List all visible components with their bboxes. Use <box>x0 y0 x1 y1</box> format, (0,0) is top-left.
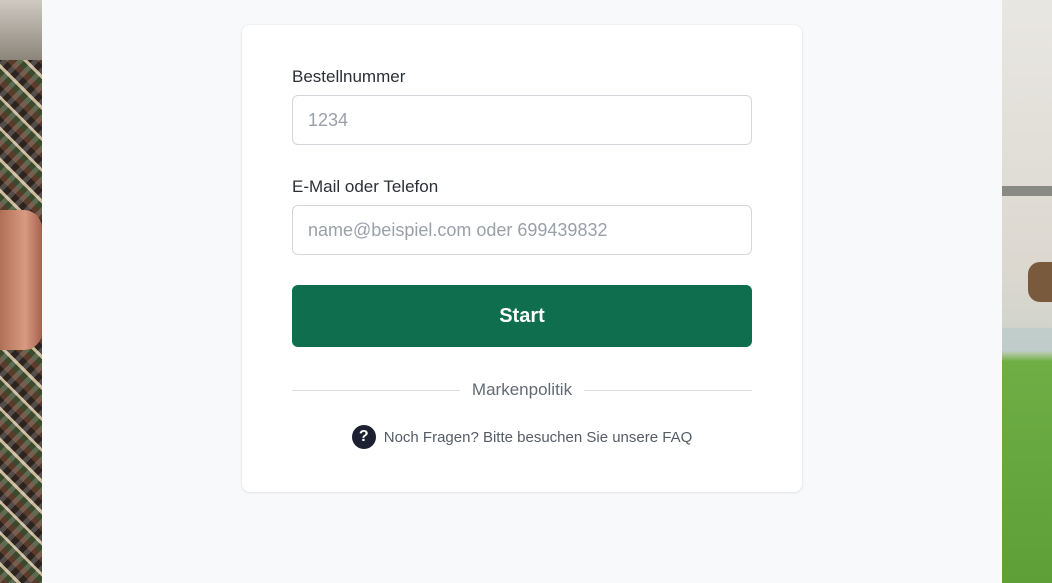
order-lookup-card: Bestellnummer E-Mail oder Telefon Start … <box>242 25 802 492</box>
faq-help: ? Noch Fragen? Bitte besuchen Sie unsere… <box>242 424 802 450</box>
divider-line-right <box>584 389 752 391</box>
start-button[interactable]: Start <box>292 285 752 347</box>
brand-policy-link[interactable]: Markenpolitik <box>460 380 584 400</box>
order-number-label: Bestellnummer <box>292 67 406 86</box>
divider: Markenpolitik <box>292 378 752 402</box>
contact-label: E-Mail oder Telefon <box>292 177 439 196</box>
faq-link[interactable]: Noch Fragen? Bitte besuchen Sie unsere F… <box>384 429 693 446</box>
contact-input[interactable] <box>292 205 752 255</box>
background-photo-left <box>0 0 42 583</box>
divider-line-left <box>292 389 460 391</box>
order-number-input[interactable] <box>292 95 752 145</box>
background-photo-right <box>1002 0 1052 583</box>
question-circle-icon: ? <box>351 425 376 449</box>
